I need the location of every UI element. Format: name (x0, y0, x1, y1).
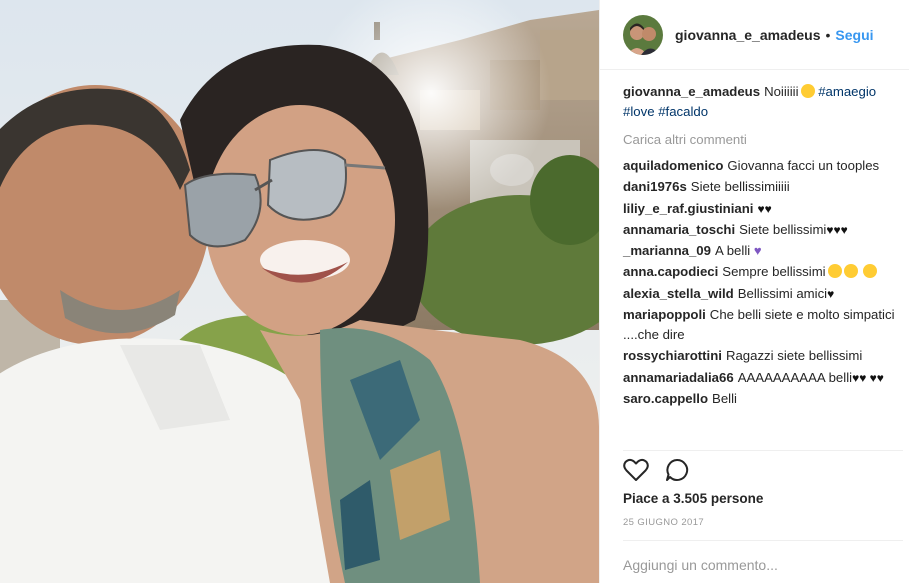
kiss-emoji-icon (863, 264, 878, 279)
hashtag-link[interactable]: #amaegio (818, 84, 876, 99)
avatar[interactable] (623, 14, 663, 55)
hashtag-link[interactable]: #love (623, 104, 655, 119)
comment-item: annamariadalia66 AAAAAAAAAA belli♥♥ ♥♥ (623, 368, 903, 388)
comment-username[interactable]: aquiladomenico (623, 158, 723, 173)
purple-heart-emoji-icon: ♥ (753, 243, 762, 259)
load-more-comments-link[interactable]: Carica altri commenti (623, 130, 903, 150)
comment-item: dani1976s Siete bellissimiiiii (623, 177, 903, 197)
comment-item: _marianna_09 A belli ♥ (623, 241, 903, 261)
comment-username[interactable]: annamariadalia66 (623, 370, 734, 385)
speech-bubble-icon[interactable] (665, 458, 690, 482)
divider (623, 450, 903, 451)
like-count[interactable]: Piace a 3.505 persone (623, 491, 763, 506)
comment-text: Giovanna facci un tooples (727, 158, 880, 173)
kiss-emoji-icon (843, 264, 858, 279)
post-date: 25 GIUGNO 2017 (623, 517, 705, 528)
post-caption: giovanna_e_amadeus Noiiiiii #amaegio #lov… (623, 82, 903, 122)
comment-text: Ragazzi siete bellissimi (725, 348, 863, 364)
comment-username[interactable]: anna.capodieci (623, 264, 718, 279)
heart-outline-icon[interactable] (623, 458, 649, 482)
comment-text: A belli (714, 243, 751, 259)
kiss-emoji-icon (827, 264, 842, 279)
hashtag-link[interactable]: #facaldo (658, 104, 708, 119)
selfie-photo (0, 0, 599, 583)
post-photo[interactable] (0, 0, 599, 583)
comments-list: giovanna_e_amadeus Noiiiiii #amaegio #lov… (623, 82, 903, 410)
comment-text: Sempre bellissimi (722, 264, 826, 280)
comment-item: aquiladomenico Giovanna facci un tooples (623, 156, 903, 176)
heart-emoji-icon: ♥♥ ♥♥ (852, 370, 884, 385)
divider (623, 540, 903, 541)
heart-eyes-emoji-icon (800, 84, 815, 98)
heart-emoji-icon: ♥♥ (757, 201, 772, 216)
comment-text: Siete bellissimi (739, 221, 827, 237)
comment-username[interactable]: saro.cappello (623, 391, 708, 406)
comment-username[interactable]: rossychiarottini (623, 348, 722, 363)
heart-emoji-icon: ♥ (827, 286, 835, 301)
comment-item: anna.capodieci Sempre bellissimi (623, 262, 903, 282)
comment-item: alexia_stella_wild Bellissimi amici♥ (623, 284, 903, 304)
follow-button[interactable]: Segui (835, 27, 873, 43)
separator-dot: • (825, 26, 831, 43)
comment-username[interactable]: liliy_e_raf.giustiniani (623, 201, 753, 216)
caption-text: Noiiiiii (764, 84, 799, 99)
comment-username[interactable]: annamaria_toschi (623, 222, 735, 237)
comment-text: Belli (712, 390, 737, 406)
post-actions (623, 458, 690, 482)
add-comment-input[interactable] (623, 554, 898, 576)
comment-text: Bellissimi amici (737, 285, 828, 301)
comment-item: mariapoppoli Che belli siete e molto simp… (623, 305, 903, 345)
post-header: giovanna_e_amadeus • Segui (600, 0, 909, 70)
post-sidebar: giovanna_e_amadeus • Segui giovanna_e_am… (599, 0, 909, 583)
caption-username[interactable]: giovanna_e_amadeus (623, 84, 760, 99)
comment-username[interactable]: alexia_stella_wild (623, 286, 734, 301)
comment-item: annamaria_toschi Siete bellissimi♥♥♥ (623, 220, 903, 240)
comment-text: Siete bellissimiiiii (690, 179, 790, 195)
comment-item: rossychiarottini Ragazzi siete bellissimi (623, 346, 903, 366)
comment-item: liliy_e_raf.giustiniani ♥♥ (623, 199, 903, 219)
heart-emoji-icon: ♥♥♥ (826, 222, 848, 237)
comment-username[interactable]: mariapoppoli (623, 307, 706, 322)
comment-username[interactable]: dani1976s (623, 179, 687, 194)
comment-username[interactable]: _marianna_09 (623, 243, 711, 258)
header-username[interactable]: giovanna_e_amadeus (675, 27, 821, 43)
comment-text: AAAAAAAAAA belli (737, 369, 853, 385)
comment-item: saro.cappello Belli (623, 389, 903, 409)
